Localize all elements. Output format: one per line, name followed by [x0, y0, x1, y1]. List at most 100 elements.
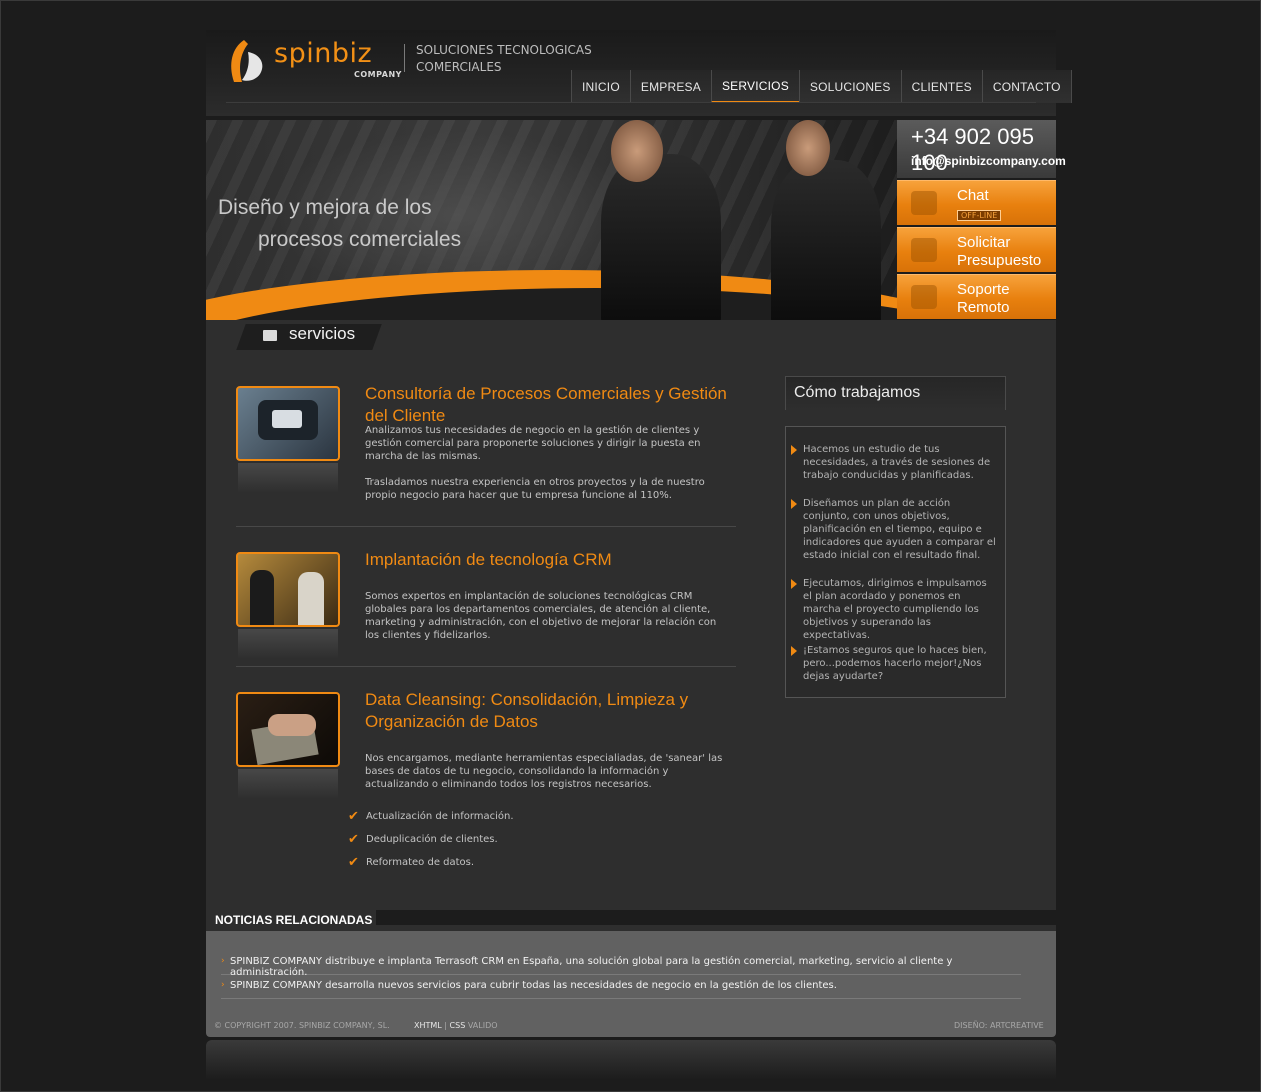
logo-sub: COMPANY	[354, 70, 402, 79]
news-tab: NOTICIAS RELACIONADAS	[206, 907, 376, 931]
header-divider	[226, 102, 1036, 103]
how-we-work-box: Hacemos un estudio de tus necesidades, a…	[785, 426, 1006, 698]
quote-line2: Presupuesto	[957, 252, 1042, 269]
thumbnail-reflection	[238, 769, 338, 799]
checkmark-icon: ✔	[348, 855, 359, 870]
businessman-right	[771, 160, 881, 320]
how-item-text: ¡Estamos seguros que lo haces bien, pero…	[803, 645, 987, 682]
validation-links: XHTML | CSS VALIDO	[414, 1021, 498, 1030]
nav-item-empresa[interactable]: EMPRESA	[629, 70, 711, 103]
service-title[interactable]: Consultoría de Procesos Comerciales y Ge…	[365, 383, 735, 427]
xhtml-link[interactable]: XHTML	[414, 1021, 442, 1030]
banner-line1: Diseño y mejora de los	[218, 196, 432, 219]
bullet-arrow-icon	[791, 499, 797, 509]
news-item[interactable]: › SPINBIZ COMPANY desarrolla nuevos serv…	[221, 975, 1021, 999]
businessman-left-head	[611, 120, 663, 182]
news-arrow-icon: ›	[221, 980, 225, 990]
phone-number: +34 902 095 100	[911, 124, 1034, 175]
design-credit[interactable]: DISEÑO: ARTCREATIVE	[954, 1021, 1044, 1030]
how-item-text: Diseñamos un plan de acción conjunto, co…	[803, 498, 996, 561]
service-text: Trasladamos nuestra experiencia en otros…	[365, 477, 705, 501]
tagline: SOLUCIONES TECNOLOGICAS COMERCIALES	[416, 42, 592, 76]
folder-icon	[263, 330, 277, 341]
businessman-right-head	[786, 120, 830, 176]
how-item: Hacemos un estudio de tus necesidades, a…	[791, 443, 997, 482]
nav-item-clientes[interactable]: CLIENTES	[900, 70, 982, 103]
css-link[interactable]: CSS	[450, 1021, 466, 1030]
divider	[236, 666, 736, 667]
bottom-bar	[206, 1040, 1056, 1080]
how-item: ¡Estamos seguros que lo haces bien, pero…	[791, 644, 997, 683]
how-we-work-header: Cómo trabajamos	[785, 376, 1006, 410]
news-item-text[interactable]: SPINBIZ COMPANY desarrolla nuevos servic…	[230, 980, 837, 991]
logo[interactable]: spinbiz COMPANY	[226, 36, 401, 86]
support-line1: Soporte	[957, 281, 1010, 298]
valid-label: VALIDO	[467, 1021, 498, 1030]
monitor-icon	[911, 285, 937, 309]
main-content: servicios Consultoría de Procesos Comerc…	[206, 320, 1056, 910]
support-label: Soporte Remoto	[957, 281, 1010, 317]
chat-button[interactable]: Chat OFF-LINE	[897, 180, 1056, 225]
news-section: › SPINBIZ COMPANY distribuye e implanta …	[206, 931, 1056, 1037]
service-thumbnail[interactable]	[236, 692, 340, 767]
nav-item-servicios[interactable]: SERVICIOS	[710, 70, 799, 103]
validation-separator: |	[444, 1021, 447, 1030]
news-arrow-icon: ›	[221, 956, 225, 966]
thumbnail-reflection	[238, 463, 338, 493]
logo-mark-icon	[231, 40, 263, 82]
quote-button[interactable]: Solicitar Presupuesto	[897, 227, 1056, 272]
bullet-arrow-icon	[791, 646, 797, 656]
bullet-arrow-icon	[791, 579, 797, 589]
hero-banner: Diseño y mejora de los procesos comercia…	[206, 120, 897, 320]
logo-wordmark: spinbiz	[274, 38, 373, 69]
chat-bubble-icon	[911, 191, 937, 215]
how-item: Diseñamos un plan de acción conjunto, co…	[791, 497, 997, 562]
checklist-text: Deduplicación de clientes.	[366, 834, 498, 845]
service-text: Somos expertos en implantación de soluci…	[365, 591, 717, 641]
email-link[interactable]: info@spinbizcompany.com	[911, 154, 1066, 168]
banner-line2: procesos comerciales	[258, 228, 462, 251]
nav-item-contacto[interactable]: CONTACTO	[981, 70, 1072, 103]
how-item-text: Ejecutamos, dirigimos e impulsamos el pl…	[803, 578, 987, 641]
thumbnail-reflection	[238, 629, 338, 659]
checklist-item: ✔ Deduplicación de clientes.	[348, 832, 498, 847]
service-thumbnail[interactable]	[236, 552, 340, 627]
quote-label: Solicitar Presupuesto	[957, 234, 1041, 270]
how-we-work-title: Cómo trabajamos	[794, 384, 921, 401]
tagline-line1: SOLUCIONES TECNOLOGICAS	[416, 43, 592, 57]
checkmark-icon: ✔	[348, 809, 359, 824]
chat-status-badge: OFF-LINE	[957, 210, 1002, 221]
service-text: Analizamos tus necesidades de negocio en…	[365, 425, 701, 462]
nav-item-inicio[interactable]: INICIO	[571, 70, 630, 103]
header: spinbiz COMPANY SOLUCIONES TECNOLOGICAS …	[206, 30, 1072, 116]
nav-item-soluciones[interactable]: SOLUCIONES	[798, 70, 901, 103]
news-item[interactable]: › SPINBIZ COMPANY distribuye e implanta …	[221, 951, 1021, 978]
service-item: Consultoría de Procesos Comerciales y Ge…	[236, 383, 736, 526]
service-title[interactable]: Data Cleansing: Consolidación, Limpieza …	[365, 689, 735, 733]
service-text: Nos encargamos, mediante herramientas es…	[365, 753, 723, 790]
how-item: Ejecutamos, dirigimos e impulsamos el pl…	[791, 577, 997, 642]
main-nav: INICIO EMPRESA SERVICIOS SOLUCIONES CLIE…	[571, 70, 1072, 103]
banner-headline: Diseño y mejora de los procesos comercia…	[218, 192, 461, 256]
news-title: NOTICIAS RELACIONADAS	[215, 913, 373, 927]
service-title[interactable]: Implantación de tecnología CRM	[365, 549, 735, 571]
remote-support-button[interactable]: Soporte Remoto	[897, 274, 1056, 319]
service-item: Data Cleansing: Consolidación, Limpieza …	[236, 689, 736, 872]
chat-label: Chat	[957, 187, 989, 204]
service-thumbnail[interactable]	[236, 386, 340, 461]
logo-divider	[404, 44, 405, 72]
copyright: © COPYRIGHT 2007. SPINBIZ COMPANY, SL.	[214, 1021, 390, 1030]
section-tab-label: servicios	[289, 324, 356, 343]
checkmark-icon: ✔	[348, 832, 359, 847]
checklist-text: Reformateo de datos.	[366, 857, 475, 868]
support-line2: Remoto	[957, 299, 1010, 316]
quote-line1: Solicitar	[957, 234, 1011, 251]
calculator-icon	[911, 238, 937, 262]
checklist-item: ✔ Reformateo de datos.	[348, 855, 475, 870]
contact-panel: +34 902 095 100 info@spinbizcompany.com …	[897, 120, 1066, 320]
checklist-text: Actualización de información.	[366, 811, 514, 822]
checklist-item: ✔ Actualización de información.	[348, 809, 514, 824]
businessman-left	[601, 154, 721, 320]
divider	[236, 526, 736, 527]
bullet-arrow-icon	[791, 445, 797, 455]
